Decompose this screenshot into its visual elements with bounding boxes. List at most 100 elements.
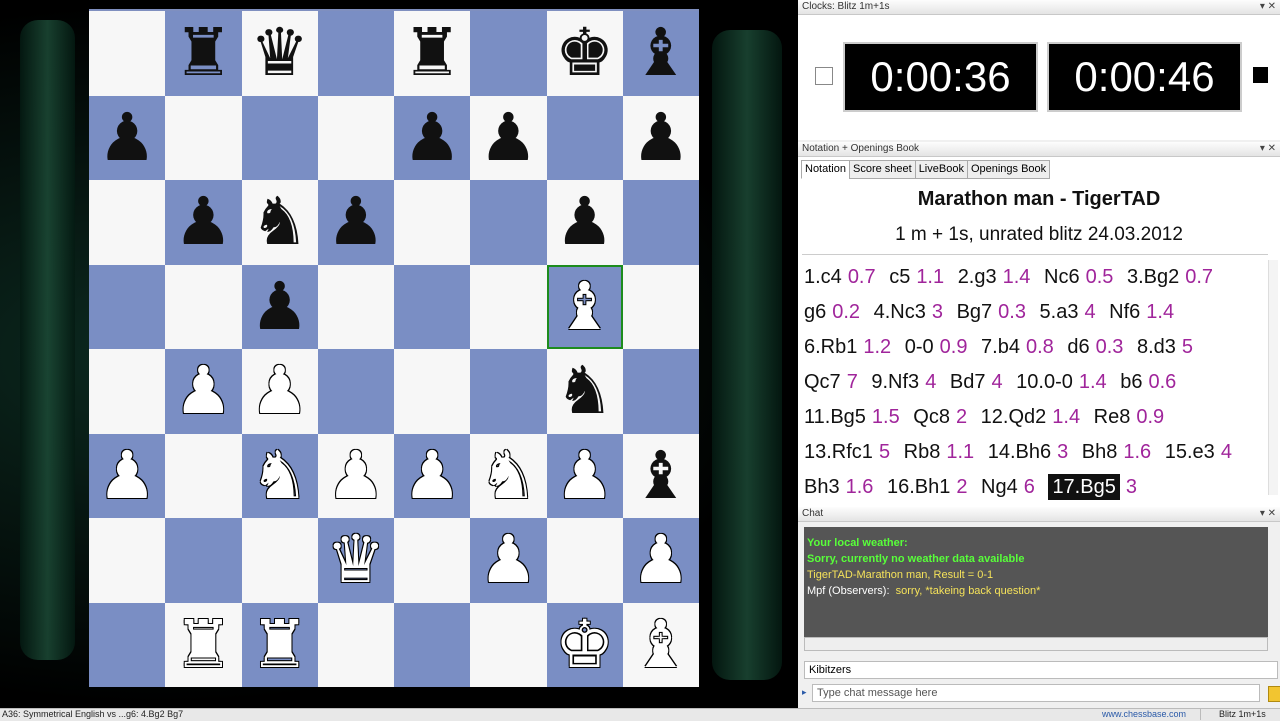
black-knight-icon[interactable]: ♞ (250, 189, 309, 255)
square-a4[interactable] (89, 349, 166, 434)
white-pawn-icon[interactable]: ♟ (174, 358, 233, 424)
square-d2[interactable]: ♛ (317, 518, 394, 603)
square-c1[interactable]: ♜ (241, 602, 318, 687)
square-b5[interactable] (165, 264, 242, 349)
tab-notation[interactable]: Notation (801, 160, 850, 179)
move[interactable]: 4.Nc3 (874, 301, 926, 323)
square-g4[interactable]: ♞ (546, 349, 623, 434)
square-g2[interactable] (546, 518, 623, 603)
move[interactable]: 12.Qd2 (981, 406, 1047, 428)
move[interactable]: 7.b4 (981, 336, 1020, 358)
square-a5[interactable] (89, 264, 166, 349)
square-g3[interactable]: ♟ (546, 433, 623, 518)
move[interactable]: Ng4 (981, 476, 1018, 498)
move[interactable]: b6 (1120, 371, 1142, 393)
white-pawn-icon[interactable]: ♟ (326, 442, 385, 509)
white-rook-icon[interactable]: ♜ (250, 611, 309, 678)
square-f8[interactable] (470, 11, 547, 96)
black-pawn-icon[interactable]: ♟ (174, 189, 233, 255)
move[interactable]: 11.Bg5 (804, 406, 866, 428)
move[interactable]: Rb8 (904, 441, 941, 463)
square-h7[interactable]: ♟ (622, 95, 699, 180)
square-e5[interactable] (394, 264, 471, 349)
square-b6[interactable]: ♟ (165, 180, 242, 265)
square-f6[interactable] (470, 180, 547, 265)
white-bishop-icon[interactable]: ♝ (555, 273, 614, 340)
square-a6[interactable] (89, 180, 166, 265)
square-a3[interactable]: ♟ (89, 433, 166, 518)
square-b1[interactable]: ♜ (165, 602, 242, 687)
square-c4[interactable]: ♟ (241, 349, 318, 434)
black-pawn-icon[interactable]: ♟ (631, 104, 690, 171)
panel-menu-icon[interactable]: ▾ ✕ (1260, 0, 1276, 14)
black-rook-icon[interactable]: ♜ (174, 20, 233, 86)
move[interactable]: Nc6 (1044, 266, 1080, 288)
move[interactable]: Qc8 (913, 406, 950, 428)
move[interactable]: 13.Rfc1 (804, 441, 873, 463)
chessbase-link[interactable]: www.chessbase.com (1102, 709, 1186, 719)
black-pawn-icon[interactable]: ♟ (555, 189, 614, 255)
white-pawn-icon[interactable]: ♟ (479, 527, 538, 593)
square-e7[interactable]: ♟ (394, 95, 471, 180)
black-pawn-icon[interactable]: ♟ (98, 104, 157, 171)
move[interactable]: Nf6 (1109, 301, 1140, 323)
chat-horizontal-scrollbar[interactable] (804, 637, 1268, 651)
square-f2[interactable]: ♟ (470, 518, 547, 603)
black-pawn-icon[interactable]: ♟ (250, 273, 309, 340)
square-b4[interactable]: ♟ (165, 349, 242, 434)
chat-input[interactable]: Type chat message here (812, 684, 1260, 702)
tab-livebook[interactable]: LiveBook (914, 160, 968, 179)
white-knight-icon[interactable]: ♞ (250, 442, 309, 509)
move[interactable]: 5.a3 (1040, 301, 1079, 323)
square-g7[interactable] (546, 95, 623, 180)
square-e8[interactable]: ♜ (394, 11, 471, 96)
move[interactable]: 3.Bg2 (1127, 266, 1179, 288)
square-h2[interactable]: ♟ (622, 518, 699, 603)
square-d7[interactable] (317, 95, 394, 180)
white-pawn-icon[interactable]: ♟ (631, 527, 690, 593)
square-a7[interactable]: ♟ (89, 95, 166, 180)
square-h1[interactable]: ♝ (622, 602, 699, 687)
square-d3[interactable]: ♟ (317, 433, 394, 518)
square-c7[interactable] (241, 95, 318, 180)
black-knight-icon[interactable]: ♞ (555, 358, 614, 424)
square-d8[interactable] (317, 11, 394, 96)
tab-openings-book[interactable]: Openings Book (966, 160, 1051, 179)
square-e1[interactable] (394, 602, 471, 687)
panel-menu-icon[interactable]: ▾ ✕ (1260, 142, 1276, 156)
square-b7[interactable] (165, 95, 242, 180)
square-h8[interactable]: ♝ (622, 11, 699, 96)
move[interactable]: 1.c4 (804, 266, 842, 288)
square-h4[interactable] (622, 349, 699, 434)
white-pawn-icon[interactable]: ♟ (250, 358, 309, 424)
send-icon[interactable] (1268, 686, 1280, 702)
square-g6[interactable]: ♟ (546, 180, 623, 265)
square-a8[interactable] (89, 11, 166, 96)
move[interactable]: 17.Bg5 (1048, 474, 1120, 500)
square-b3[interactable] (165, 433, 242, 518)
square-f5[interactable] (470, 264, 547, 349)
move[interactable]: 9.Nf3 (871, 371, 919, 393)
square-h3[interactable]: ♝ (622, 433, 699, 518)
white-rook-icon[interactable]: ♜ (174, 611, 233, 678)
chat-channel-select[interactable]: Kibitzers (804, 661, 1278, 679)
move[interactable]: d6 (1067, 336, 1089, 358)
square-f7[interactable]: ♟ (470, 95, 547, 180)
move[interactable]: 14.Bh6 (988, 441, 1051, 463)
move[interactable]: g6 (804, 301, 826, 323)
move[interactable]: c5 (889, 266, 910, 288)
square-e6[interactable] (394, 180, 471, 265)
clock-checkbox[interactable] (815, 67, 833, 85)
move[interactable]: Re8 (1094, 406, 1131, 428)
white-queen-icon[interactable]: ♛ (326, 527, 385, 593)
white-pawn-icon[interactable]: ♟ (98, 442, 157, 509)
square-h6[interactable] (622, 180, 699, 265)
move[interactable]: 2.g3 (958, 266, 997, 288)
white-pawn-icon[interactable]: ♟ (555, 442, 614, 509)
black-king-icon[interactable]: ♚ (555, 20, 614, 86)
square-e4[interactable] (394, 349, 471, 434)
white-king-icon[interactable]: ♚ (555, 611, 614, 678)
black-queen-icon[interactable]: ♛ (250, 20, 309, 86)
white-bishop-icon[interactable]: ♝ (631, 611, 690, 678)
move[interactable]: 16.Bh1 (887, 476, 950, 498)
